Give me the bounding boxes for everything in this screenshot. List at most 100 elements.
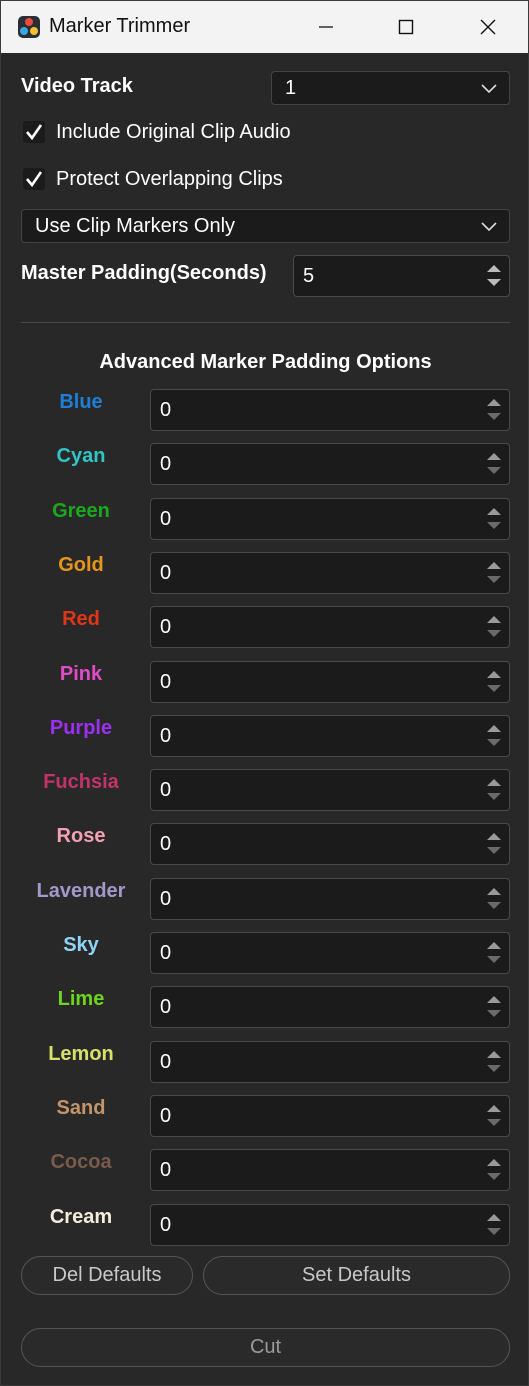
spin-arrows-icon[interactable] <box>485 666 503 696</box>
spin-arrows-icon[interactable] <box>485 394 503 424</box>
spin-down-arrow-icon <box>487 576 501 583</box>
marker-padding-value: 0 <box>160 508 172 530</box>
spin-arrows-icon[interactable] <box>485 774 503 804</box>
close-icon <box>480 19 496 35</box>
minimize-button[interactable] <box>286 1 366 53</box>
spin-arrows-icon[interactable] <box>485 1046 503 1076</box>
maximize-button[interactable] <box>366 1 446 53</box>
spin-down-arrow-icon <box>487 413 501 420</box>
cut-button[interactable]: Cut <box>21 1328 510 1367</box>
spin-arrows-icon[interactable] <box>485 1154 503 1184</box>
spin-arrows-icon[interactable] <box>485 1209 503 1239</box>
checkmark-icon <box>26 124 43 141</box>
marker-padding-value: 0 <box>160 1105 172 1127</box>
marker-trimmer-window: Marker Trimmer Video Track 1 Include Ori… <box>0 0 529 1386</box>
marker-padding-spinbox-fuchsia[interactable]: 0 <box>150 769 510 811</box>
marker-padding-value: 0 <box>160 996 172 1018</box>
spin-down-arrow-icon <box>487 847 501 854</box>
spin-down-arrow-icon <box>487 956 501 963</box>
marker-padding-value: 0 <box>160 779 172 801</box>
del-defaults-button[interactable]: Del Defaults <box>21 1256 193 1295</box>
marker-label-green: Green <box>52 500 110 522</box>
spin-up-arrow-icon <box>487 725 501 732</box>
protect-overlap-checkbox[interactable] <box>23 168 45 190</box>
spin-up-arrow-icon <box>487 779 501 786</box>
spin-arrows-icon[interactable] <box>485 1100 503 1130</box>
marker-mode-select[interactable]: Use Clip Markers Only <box>21 209 510 243</box>
spin-arrows-icon[interactable] <box>485 828 503 858</box>
section-divider <box>21 322 510 323</box>
close-button[interactable] <box>448 1 528 53</box>
spin-down-arrow-icon <box>487 1065 501 1072</box>
marker-padding-value: 0 <box>160 562 172 584</box>
marker-padding-value: 0 <box>160 671 172 693</box>
marker-padding-spinbox-red[interactable]: 0 <box>150 606 510 648</box>
marker-padding-value: 0 <box>160 453 172 475</box>
spin-up-arrow-icon <box>487 616 501 623</box>
marker-padding-spinbox-sky[interactable]: 0 <box>150 932 510 974</box>
marker-padding-spinbox-sand[interactable]: 0 <box>150 1095 510 1137</box>
marker-label-lime: Lime <box>57 988 105 1010</box>
include-audio-checkbox[interactable] <box>23 121 45 143</box>
marker-padding-value: 0 <box>160 725 172 747</box>
spin-up-arrow-icon <box>487 833 501 840</box>
spin-up-arrow-icon <box>487 942 501 949</box>
marker-label-sky: Sky <box>63 934 99 956</box>
marker-label-red: Red <box>62 608 100 630</box>
marker-label-rose: Rose <box>56 825 106 847</box>
spin-arrows-icon[interactable] <box>485 991 503 1021</box>
spin-arrows-icon[interactable] <box>485 720 503 750</box>
spin-arrows-icon[interactable] <box>485 883 503 913</box>
master-padding-label: Master Padding(Seconds) <box>21 262 267 284</box>
marker-label-pink: Pink <box>59 663 103 685</box>
window-title: Marker Trimmer <box>49 15 191 37</box>
spin-arrows-icon[interactable] <box>485 557 503 587</box>
title-bar[interactable]: Marker Trimmer <box>1 1 528 53</box>
marker-label-purple: Purple <box>49 717 113 739</box>
marker-padding-spinbox-cocoa[interactable]: 0 <box>150 1149 510 1191</box>
marker-padding-value: 0 <box>160 888 172 910</box>
spin-arrows-icon[interactable] <box>485 448 503 478</box>
spin-up-arrow-icon <box>487 1105 501 1112</box>
video-track-select[interactable]: 1 <box>271 71 510 105</box>
spin-arrows-icon[interactable] <box>485 260 503 290</box>
spin-down-arrow-icon <box>487 1173 501 1180</box>
include-audio-label: Include Original Clip Audio <box>56 121 291 143</box>
spin-up-arrow-icon <box>487 453 501 460</box>
marker-padding-spinbox-lemon[interactable]: 0 <box>150 1041 510 1083</box>
marker-label-cream: Cream <box>49 1206 113 1228</box>
marker-padding-spinbox-green[interactable]: 0 <box>150 498 510 540</box>
marker-padding-spinbox-gold[interactable]: 0 <box>150 552 510 594</box>
marker-padding-value: 0 <box>160 1214 172 1236</box>
davinci-resolve-app-icon <box>18 16 40 38</box>
marker-padding-spinbox-rose[interactable]: 0 <box>150 823 510 865</box>
marker-label-cyan: Cyan <box>56 445 106 467</box>
chevron-down-icon <box>481 84 497 94</box>
spin-arrows-icon[interactable] <box>485 611 503 641</box>
marker-padding-spinbox-lime[interactable]: 0 <box>150 986 510 1028</box>
marker-padding-value: 0 <box>160 1159 172 1181</box>
marker-padding-spinbox-pink[interactable]: 0 <box>150 661 510 703</box>
marker-padding-spinbox-blue[interactable]: 0 <box>150 389 510 431</box>
marker-mode-value: Use Clip Markers Only <box>35 215 236 237</box>
spin-up-arrow-icon <box>487 1051 501 1058</box>
spin-arrows-icon[interactable] <box>485 503 503 533</box>
marker-padding-spinbox-cream[interactable]: 0 <box>150 1204 510 1246</box>
spin-down-arrow-icon <box>487 1010 501 1017</box>
set-defaults-button[interactable]: Set Defaults <box>203 1256 510 1295</box>
master-padding-spinbox[interactable]: 5 <box>293 255 510 297</box>
advanced-options-title: Advanced Marker Padding Options <box>99 351 432 373</box>
marker-padding-spinbox-lavender[interactable]: 0 <box>150 878 510 920</box>
marker-padding-spinbox-cyan[interactable]: 0 <box>150 443 510 485</box>
spin-down-arrow-icon <box>487 793 501 800</box>
spin-down-arrow-icon <box>487 467 501 474</box>
marker-padding-spinbox-purple[interactable]: 0 <box>150 715 510 757</box>
marker-padding-value: 0 <box>160 616 172 638</box>
marker-padding-value: 0 <box>160 833 172 855</box>
marker-label-gold: Gold <box>58 554 104 576</box>
spin-up-arrow-icon <box>487 888 501 895</box>
spin-up-arrow-icon <box>487 508 501 515</box>
video-track-label: Video Track <box>21 75 133 97</box>
spin-arrows-icon[interactable] <box>485 937 503 967</box>
spin-up-arrow-icon <box>487 562 501 569</box>
